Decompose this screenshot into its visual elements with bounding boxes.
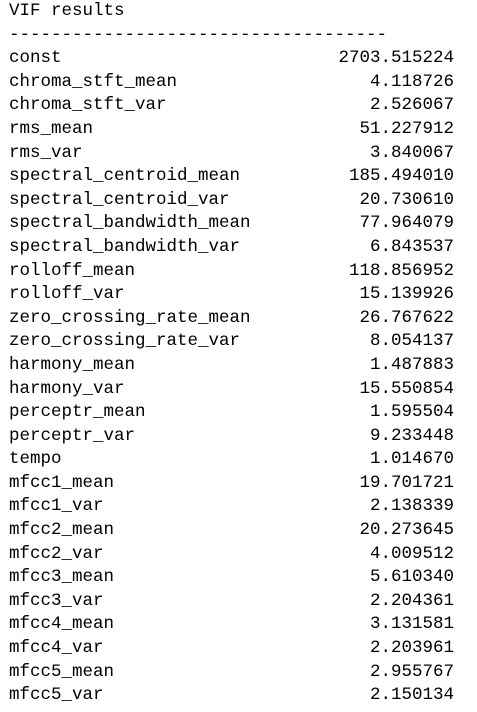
vif-value: 185.494010 [348, 166, 454, 187]
vif-row: mfcc4_var 2.203961 [9, 637, 454, 661]
vif-value: 26.767622 [359, 307, 454, 328]
variable-name: const [9, 48, 62, 69]
variable-name: spectral_bandwidth_mean [9, 213, 251, 234]
vif-row: mfcc3_mean 5.610340 [9, 566, 454, 590]
variable-name: spectral_centroid_mean [9, 166, 241, 187]
variable-name: zero_crossing_rate_var [9, 331, 241, 352]
variable-name: rolloff_mean [9, 260, 136, 281]
vif-row: perceptr_mean 1.595504 [9, 401, 454, 425]
separator-line: ------------------------------------ [9, 24, 388, 45]
vif-row: rms_var 3.840067 [9, 142, 454, 166]
variable-name: spectral_centroid_var [9, 189, 230, 210]
variable-name: perceptr_mean [9, 402, 146, 423]
variable-name: mfcc5_var [9, 685, 104, 706]
variable-name: rms_mean [9, 118, 94, 139]
vif-row: harmony_mean 1.487883 [9, 354, 454, 378]
vif-value: 2.150134 [369, 685, 454, 706]
variable-name: rolloff_var [9, 284, 125, 305]
vif-row: spectral_centroid_var 20.730610 [9, 189, 454, 213]
vif-value: 15.139926 [359, 284, 454, 305]
vif-row: rms_mean 51.227912 [9, 118, 454, 142]
vif-row: spectral_bandwidth_mean 77.964079 [9, 212, 454, 236]
variable-name: chroma_stft_mean [9, 71, 178, 92]
variable-name: mfcc2_mean [9, 520, 115, 541]
vif-value: 1.595504 [369, 402, 454, 423]
vif-row: rolloff_var 15.139926 [9, 283, 454, 307]
vif-row: mfcc4_mean 3.131581 [9, 613, 454, 637]
vif-value: 5.610340 [369, 567, 454, 588]
vif-row: mfcc5_mean 2.955767 [9, 661, 454, 685]
variable-name: mfcc1_mean [9, 472, 115, 493]
variable-name: zero_crossing_rate_mean [9, 307, 251, 328]
vif-row: perceptr_var 9.233448 [9, 425, 454, 449]
variable-name: tempo [9, 449, 62, 470]
vif-value: 2.955767 [369, 661, 454, 682]
vif-value: 19.701721 [359, 472, 454, 493]
variable-name: perceptr_var [9, 425, 136, 446]
variable-name: mfcc5_mean [9, 661, 115, 682]
variable-name: harmony_var [9, 378, 125, 399]
vif-row: mfcc5_var 2.150134 [9, 684, 454, 708]
vif-table: const 2703.515224 chroma_stft_mean 4.118726… [9, 47, 477, 708]
vif-value: 2.203961 [369, 638, 454, 659]
vif-value: 51.227912 [359, 118, 454, 139]
output-title: VIF results [9, 1, 125, 21]
vif-value: 15.550854 [359, 378, 454, 399]
variable-name: mfcc2_var [9, 543, 104, 564]
vif-value: 4.118726 [369, 71, 454, 92]
vif-row: mfcc2_mean 20.273645 [9, 519, 454, 543]
vif-value: 1.014670 [369, 449, 454, 470]
vif-value: 2.526067 [369, 95, 454, 116]
vif-row: zero_crossing_rate_var 8.054137 [9, 330, 454, 354]
variable-name: mfcc4_mean [9, 614, 115, 635]
vif-row: zero_crossing_rate_mean 26.767622 [9, 307, 454, 331]
vif-value: 2.138339 [369, 496, 454, 517]
vif-value: 1.487883 [369, 354, 454, 375]
vif-row: mfcc3_var 2.204361 [9, 590, 454, 614]
variable-name: mfcc3_mean [9, 567, 115, 588]
vif-value: 118.856952 [348, 260, 454, 281]
vif-row: spectral_centroid_mean 185.494010 [9, 165, 454, 189]
vif-value: 2.204361 [369, 590, 454, 611]
vif-row: rolloff_mean 118.856952 [9, 260, 454, 284]
variable-name: harmony_mean [9, 354, 136, 375]
vif-value: 2703.515224 [338, 48, 454, 69]
variable-name: chroma_stft_var [9, 95, 167, 116]
variable-name: rms_var [9, 142, 83, 163]
vif-value: 20.273645 [359, 520, 454, 541]
vif-value: 6.843537 [369, 236, 454, 257]
vif-row: mfcc1_var 2.138339 [9, 495, 454, 519]
variable-name: spectral_bandwidth_var [9, 236, 241, 257]
vif-value: 3.840067 [369, 142, 454, 163]
vif-row: chroma_stft_var 2.526067 [9, 94, 454, 118]
vif-value: 4.009512 [369, 543, 454, 564]
vif-value: 77.964079 [359, 213, 454, 234]
vif-row: mfcc1_mean 19.701721 [9, 472, 454, 496]
vif-row: mfcc2_var 4.009512 [9, 543, 454, 567]
vif-value: 20.730610 [359, 189, 454, 210]
vif-row: tempo 1.014670 [9, 448, 454, 472]
variable-name: mfcc3_var [9, 590, 104, 611]
vif-row: spectral_bandwidth_var 6.843537 [9, 236, 454, 260]
variable-name: mfcc1_var [9, 496, 104, 517]
vif-row: chroma_stft_mean 4.118726 [9, 71, 454, 95]
vif-value: 3.131581 [369, 614, 454, 635]
vif-row: harmony_var 15.550854 [9, 378, 454, 402]
vif-value: 8.054137 [369, 331, 454, 352]
variable-name: mfcc4_var [9, 638, 104, 659]
vif-row: const 2703.515224 [9, 47, 454, 71]
vif-output: VIF results ----------------------------… [0, 0, 477, 708]
vif-value: 9.233448 [369, 425, 454, 446]
